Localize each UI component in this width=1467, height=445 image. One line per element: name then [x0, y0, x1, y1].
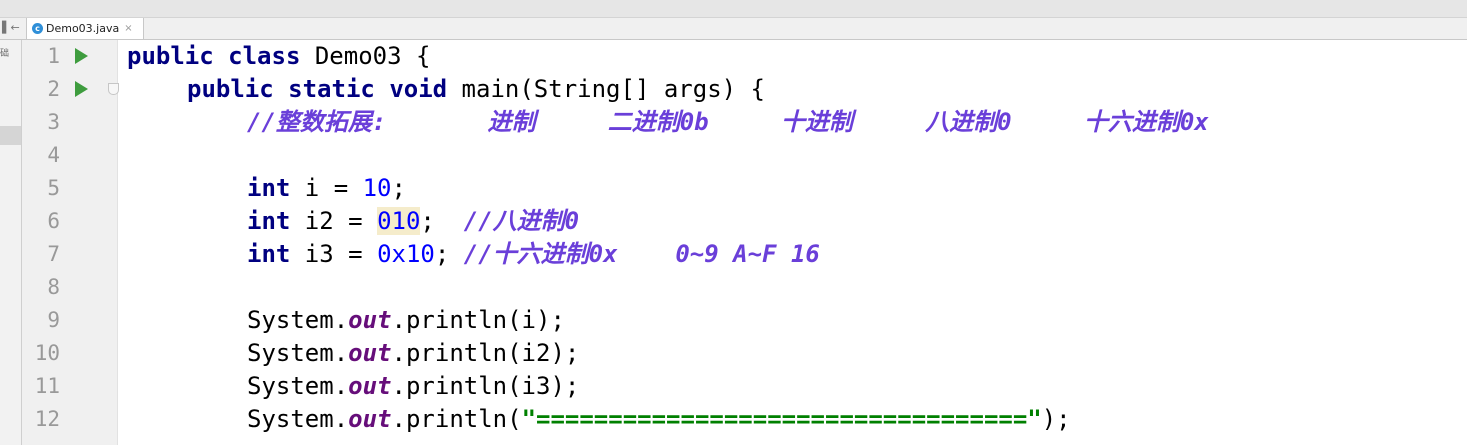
keyword-class: class [228, 42, 301, 70]
line-number: 12 [34, 407, 60, 431]
keyword-public: public [187, 75, 274, 103]
line-number: 9 [47, 308, 60, 332]
static-field: out [348, 306, 392, 334]
code-text: System. [247, 405, 349, 433]
comment: //十六进制0x 0~9 A~F 16 [463, 240, 820, 268]
code-line-9[interactable]: System.out.println(i); [247, 304, 565, 337]
line-number: 8 [47, 275, 60, 299]
line-number: 5 [47, 176, 60, 200]
number-literal: 10 [362, 174, 392, 202]
line-number: 11 [34, 374, 60, 398]
project-panel-edge[interactable]: 础 [0, 40, 22, 445]
code-text: i = [290, 174, 363, 202]
static-field: out [348, 339, 392, 367]
title-bar [0, 0, 1467, 18]
code-text: .println(i3); [391, 372, 580, 400]
editor-tab-bar: ▌← c Demo03.java × [0, 18, 1467, 40]
project-tree-label: 础 [0, 49, 10, 59]
class-declaration: Demo03 { [300, 42, 431, 70]
code-text: ); [1041, 405, 1071, 433]
code-text: .println(i); [391, 306, 565, 334]
code-line-10[interactable]: System.out.println(i2); [247, 337, 579, 370]
keyword-public: public [127, 42, 214, 70]
line-number: 1 [47, 44, 60, 68]
line-number: 3 [47, 110, 60, 134]
keyword-int: int [247, 240, 291, 268]
run-class-icon[interactable] [75, 48, 88, 64]
tab-demo03-java[interactable]: c Demo03.java × [26, 18, 144, 39]
comment: //八进制0 [463, 207, 580, 235]
code-text: System. [247, 372, 349, 400]
code-line-3[interactable]: //整数拓展: 进制 二进制0b 十进制 八进制0 十六进制0x [247, 106, 1209, 139]
tab-label: Demo03.java [46, 22, 120, 35]
code-line-12[interactable]: System.out.println("====================… [247, 403, 1071, 436]
java-class-icon: c [32, 23, 43, 34]
comment: //整数拓展: 进制 二进制0b 十进制 八进制0 十六进制0x [247, 108, 1209, 136]
code-line-1[interactable]: public class Demo03 { [127, 40, 430, 73]
code-text: ; [391, 174, 406, 202]
string-literal: "==================================" [521, 405, 1042, 433]
code-line-5[interactable]: int i = 10; [247, 172, 406, 205]
static-field: out [348, 405, 392, 433]
code-text: ; [420, 207, 464, 235]
keyword-int: int [247, 207, 291, 235]
code-text: i3 = [290, 240, 378, 268]
code-text: .println(i2); [391, 339, 580, 367]
line-number: 7 [47, 242, 60, 266]
code-line-6[interactable]: int i2 = 010; //八进制0 [247, 205, 579, 238]
keyword-int: int [247, 174, 291, 202]
fold-icon[interactable] [108, 83, 119, 95]
code-text: System. [247, 306, 349, 334]
keyword-void: void [389, 75, 448, 103]
line-number: 2 [47, 77, 60, 101]
code-text: ; [434, 240, 464, 268]
number-literal-highlighted: 010 [377, 207, 421, 235]
code-text: .println( [391, 405, 522, 433]
code-text: i2 = [290, 207, 378, 235]
run-main-icon[interactable] [75, 81, 88, 97]
pin-icon[interactable]: ▌← [2, 21, 20, 34]
static-field: out [348, 372, 392, 400]
project-tree-selection [0, 126, 21, 145]
line-number: 10 [34, 341, 60, 365]
code-line-11[interactable]: System.out.println(i3); [247, 370, 579, 403]
code-line-2[interactable]: public static void main(String[] args) { [187, 73, 765, 106]
line-number: 4 [47, 143, 60, 167]
close-icon[interactable]: × [124, 23, 132, 34]
code-text: System. [247, 339, 349, 367]
number-literal: 0x10 [377, 240, 435, 268]
code-line-7[interactable]: int i3 = 0x10; //十六进制0x 0~9 A~F 16 [247, 238, 820, 271]
keyword-static: static [288, 75, 375, 103]
method-declaration: main(String[] args) { [447, 75, 765, 103]
line-number: 6 [47, 209, 60, 233]
